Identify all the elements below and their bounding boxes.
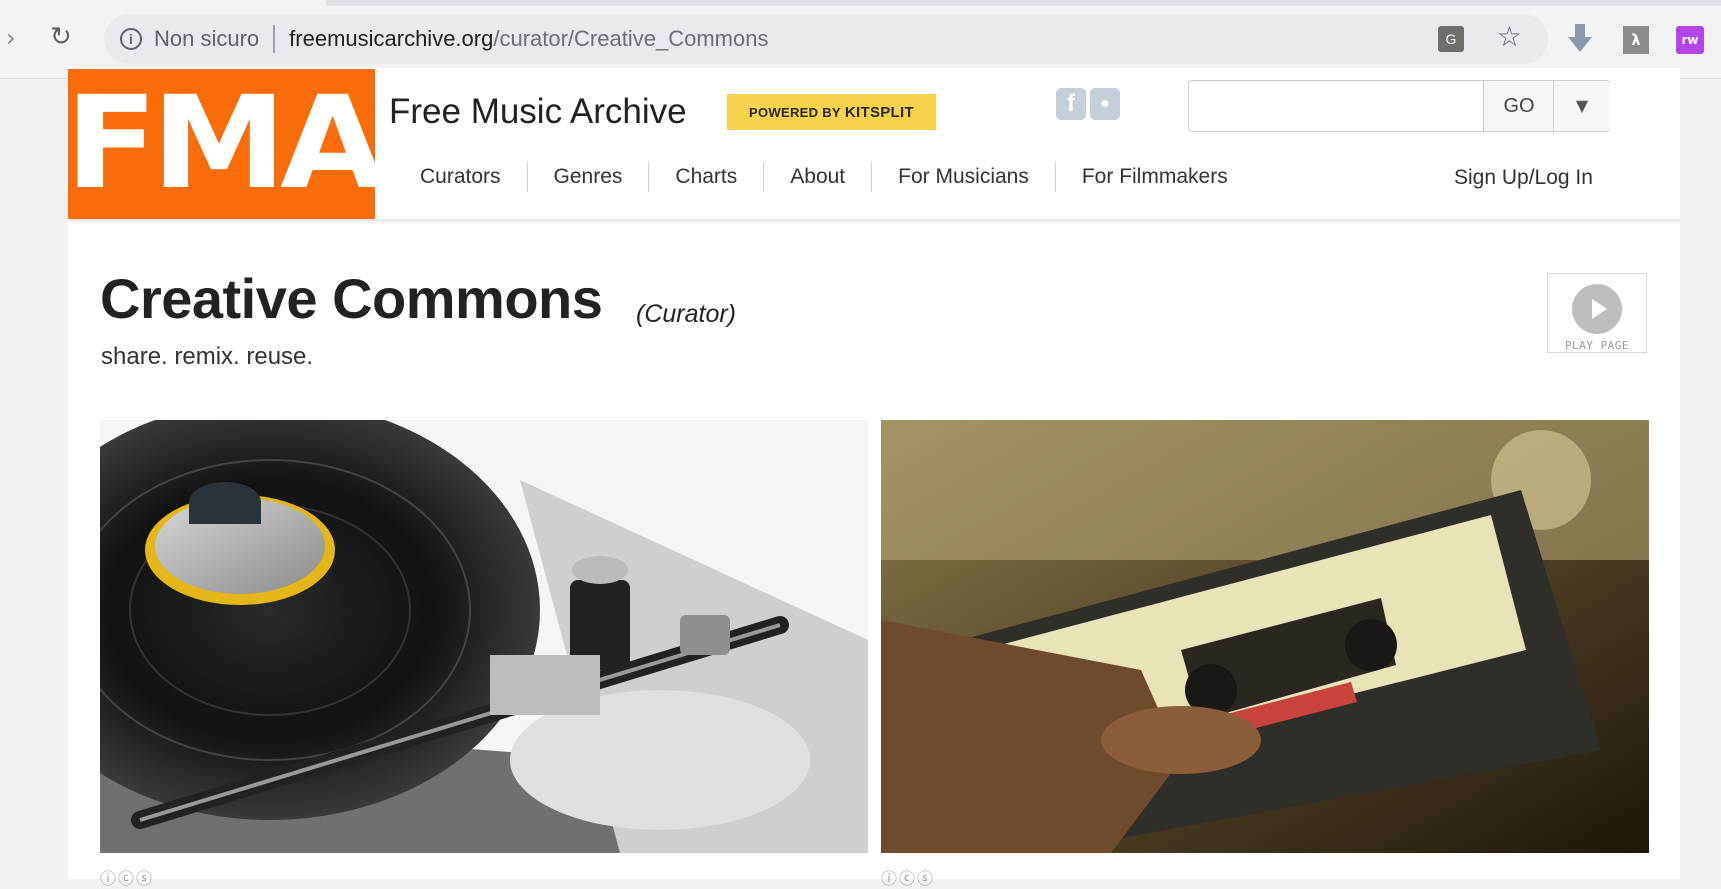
search-go-button[interactable]: GO [1483,81,1554,131]
logo-text: FMA [64,69,385,218]
address-separator [273,25,276,53]
curator-tag: (Curator) [636,300,737,328]
license-icons-left[interactable]: ⓘⓒⓢ [100,865,154,889]
nav-curators[interactable]: Curators [398,162,527,192]
rw-extension-icon[interactable]: rw [1676,26,1704,54]
nav-genres[interactable]: Genres [526,162,649,192]
chevron-down-icon[interactable]: ▼ [1553,81,1610,131]
kitsplit-badge[interactable]: POWERED BY KITSPLIT [727,94,936,130]
security-label[interactable]: Non sicuro [154,26,259,52]
nav-for-musicians[interactable]: For Musicians [871,162,1055,192]
forward-icon[interactable]: › [6,24,16,52]
facebook-icon[interactable]: f [1056,88,1086,120]
cassette-photo[interactable] [881,420,1649,853]
tagline: share. remix. reuse. [101,343,314,370]
header-divider [68,219,1680,225]
fma-logo[interactable]: FMA [65,69,385,219]
twitter-icon[interactable]: ● [1090,88,1120,120]
translate-icon[interactable]: G [1438,26,1464,52]
url-path[interactable]: /curator/Creative_Commons [493,26,768,52]
cassette-illustration [881,420,1649,853]
info-icon[interactable]: i [120,28,142,50]
signup-login-link[interactable]: Sign Up/Log In [1454,166,1593,190]
tab-strip-edge [326,0,1721,6]
kitsplit-brand: KITSPLIT [844,103,914,121]
reload-icon[interactable]: ↻ [50,22,72,52]
play-page-button[interactable]: PLAY PAGE [1547,273,1647,353]
nav-about[interactable]: About [763,162,871,192]
turntable-photo[interactable] [100,420,868,853]
address-bar[interactable]: i Non sicuro freemusicarchive.org /curat… [104,14,1548,64]
nav-charts[interactable]: Charts [648,162,763,192]
nav-for-filmmakers[interactable]: For Filmmakers [1054,162,1254,192]
play-icon [1572,284,1622,334]
url-domain[interactable]: freemusicarchive.org [289,26,493,52]
powered-by-label: POWERED BY [749,104,841,120]
page: FMA Free Music Archive POWERED BY KITSPL… [65,68,1680,888]
main-nav: Curators Genres Charts About For Musicia… [398,162,1254,192]
star-icon[interactable]: ☆ [1497,20,1522,53]
site-name[interactable]: Free Music Archive [389,92,687,132]
license-icons-right[interactable]: ⓘⓒⓢ [881,865,935,889]
play-page-label: PLAY PAGE [1564,339,1630,352]
pdf-extension-icon[interactable]: λ [1623,26,1649,54]
search-form: GO ▼ [1188,80,1610,132]
download-extension-icon[interactable] [1568,24,1592,54]
turntable-illustration [100,420,868,853]
search-input[interactable] [1189,81,1483,131]
page-title: Creative Commons [100,267,603,330]
